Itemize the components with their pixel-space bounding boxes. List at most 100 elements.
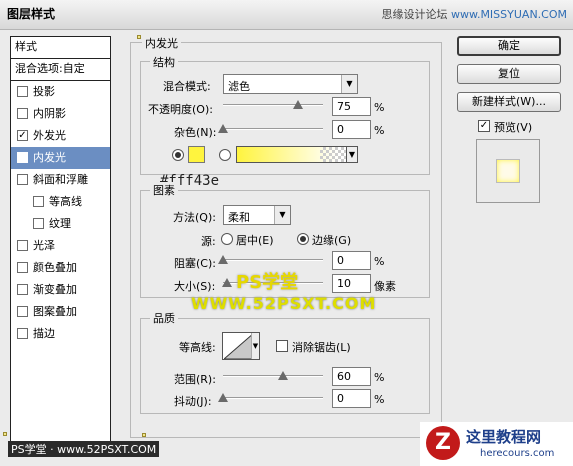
choke-label: 阻塞(C): <box>174 257 216 270</box>
watermark-br-site: herecours.com <box>480 448 555 459</box>
noise-input[interactable]: 0 <box>332 120 371 139</box>
size-unit: 像素 <box>374 280 396 293</box>
choke-slider-track[interactable] <box>223 259 323 261</box>
sidebar-item-checkbox[interactable] <box>33 218 44 229</box>
watermark-ps-xuetang: PS学堂 <box>236 272 299 293</box>
sidebar-item-checkbox[interactable] <box>17 306 28 317</box>
contour-curve-icon <box>224 333 254 359</box>
sidebar-item[interactable]: 描边 <box>11 323 110 345</box>
source-edge-radio[interactable] <box>297 233 309 245</box>
sidebar-item-label: 图案叠加 <box>33 305 77 318</box>
jitter-input[interactable]: 0 <box>332 389 371 408</box>
size-label: 大小(S): <box>174 280 216 293</box>
corner-mark-top-left <box>137 35 141 39</box>
size-slider-thumb[interactable] <box>222 278 232 287</box>
sidebar-item-label: 纹理 <box>49 217 71 230</box>
sidebar-item-checkbox[interactable] <box>17 284 28 295</box>
range-slider-thumb[interactable] <box>278 371 288 380</box>
solid-color-radio[interactable] <box>172 149 184 161</box>
inner-glow-title: 内发光 <box>142 35 181 51</box>
antialias-label[interactable]: 消除锯齿(L) <box>292 339 351 355</box>
jitter-slider-thumb[interactable] <box>218 393 228 402</box>
jitter-percent: % <box>374 393 385 406</box>
sidebar-item-checkbox[interactable] <box>17 328 28 339</box>
sidebar-item[interactable]: 等高线 <box>11 191 110 213</box>
source-label: 源: <box>201 235 216 248</box>
corner-mark-bottom-left <box>3 432 7 436</box>
technique-label: 方法(Q): <box>173 211 216 224</box>
technique-value: 柔和 <box>228 211 250 224</box>
choke-slider-thumb[interactable] <box>218 255 228 264</box>
sidebar-item[interactable]: 光泽 <box>11 235 110 257</box>
elements-legend: 图素 <box>150 182 178 198</box>
window-title: 图层样式 <box>7 7 56 21</box>
contour-picker[interactable]: ▼ <box>222 332 260 360</box>
watermark-br-title: 这里教程网 <box>466 428 542 446</box>
sidebar-item[interactable]: 渐变叠加 <box>11 279 110 301</box>
opacity-slider-thumb[interactable] <box>293 100 303 109</box>
chevron-down-icon[interactable]: ▼ <box>346 146 358 163</box>
chevron-down-icon: ▼ <box>251 333 259 359</box>
range-input[interactable]: 60 <box>332 367 371 386</box>
sidebar-item-checkbox[interactable] <box>17 262 28 273</box>
choke-input[interactable]: 0 <box>332 251 371 270</box>
sidebar-item-checkbox[interactable]: ✓ <box>17 152 28 163</box>
range-slider-track[interactable] <box>223 375 323 377</box>
opacity-input[interactable]: 75 <box>332 97 371 116</box>
sidebar-item[interactable]: ✓ 外发光 <box>11 125 110 147</box>
sidebar-item[interactable]: ✓ 内发光 <box>11 147 110 169</box>
source-edge-label[interactable]: 边缘(G) <box>312 232 351 248</box>
sidebar-item-label: 斜面和浮雕 <box>33 173 88 186</box>
sidebar-header[interactable]: 样式 <box>11 37 110 59</box>
watermark-52psxt: WWW.52PSXT.COM <box>191 294 377 313</box>
sidebar-item-label: 颜色叠加 <box>33 261 77 274</box>
reset-button[interactable]: 复位 <box>457 64 561 84</box>
sidebar-item-checkbox[interactable] <box>17 86 28 97</box>
opacity-slider-track[interactable] <box>223 104 323 106</box>
sidebar-blend-options[interactable]: 混合选项:自定 <box>11 59 110 81</box>
size-input[interactable]: 10 <box>332 274 371 293</box>
choke-percent: % <box>374 255 385 268</box>
sidebar-item-label: 光泽 <box>33 239 55 252</box>
blend-mode-value: 滤色 <box>228 80 250 93</box>
opacity-percent: % <box>374 101 385 114</box>
sidebar-item-checkbox[interactable] <box>17 240 28 251</box>
sidebar-item-checkbox[interactable] <box>17 108 28 119</box>
sidebar-item[interactable]: 内阴影 <box>11 103 110 125</box>
source-center-label[interactable]: 居中(E) <box>236 232 274 248</box>
watermark-bottom-left: PS学堂 · www.52PSXT.COM <box>8 441 160 457</box>
preview-thumbnail <box>496 159 520 183</box>
technique-select[interactable]: 柔和 ▼ <box>223 205 291 225</box>
corner-mark-bottom-mid <box>142 433 146 437</box>
sidebar-item-label: 等高线 <box>49 195 82 208</box>
sidebar-item[interactable]: 斜面和浮雕 <box>11 169 110 191</box>
sidebar-item-label: 渐变叠加 <box>33 283 77 296</box>
preview-checkbox[interactable]: ✓ <box>478 120 490 132</box>
sidebar-item-checkbox[interactable] <box>33 196 44 207</box>
antialias-checkbox[interactable] <box>276 340 288 352</box>
noise-slider-thumb[interactable] <box>218 124 228 133</box>
preview-label[interactable]: 预览(V) <box>494 119 532 135</box>
jitter-label: 抖动(J): <box>174 395 212 408</box>
noise-slider-track[interactable] <box>223 128 323 130</box>
sidebar-item-label: 投影 <box>33 85 55 98</box>
new-style-button[interactable]: 新建样式(W)... <box>457 92 561 112</box>
range-label: 范围(R): <box>174 373 216 386</box>
noise-percent: % <box>374 124 385 137</box>
sidebar-item-checkbox[interactable] <box>17 174 28 185</box>
sidebar-item[interactable]: 图案叠加 <box>11 301 110 323</box>
sidebar-item-label: 描边 <box>33 327 55 340</box>
gradient-radio[interactable] <box>219 149 231 161</box>
blend-mode-label: 混合模式: <box>163 80 211 93</box>
sidebar-item[interactable]: 纹理 <box>11 213 110 235</box>
blend-mode-select[interactable]: 滤色 ▼ <box>223 74 358 94</box>
sidebar-item-checkbox[interactable]: ✓ <box>17 130 28 141</box>
glow-color-swatch[interactable] <box>188 146 205 163</box>
sidebar-item[interactable]: 颜色叠加 <box>11 257 110 279</box>
source-center-radio[interactable] <box>221 233 233 245</box>
jitter-slider-track[interactable] <box>223 397 323 399</box>
ok-button[interactable]: 确定 <box>457 36 561 56</box>
chevron-down-icon: ▼ <box>274 206 290 224</box>
gradient-transparency-checker <box>320 147 346 162</box>
sidebar-item[interactable]: 投影 <box>11 81 110 103</box>
